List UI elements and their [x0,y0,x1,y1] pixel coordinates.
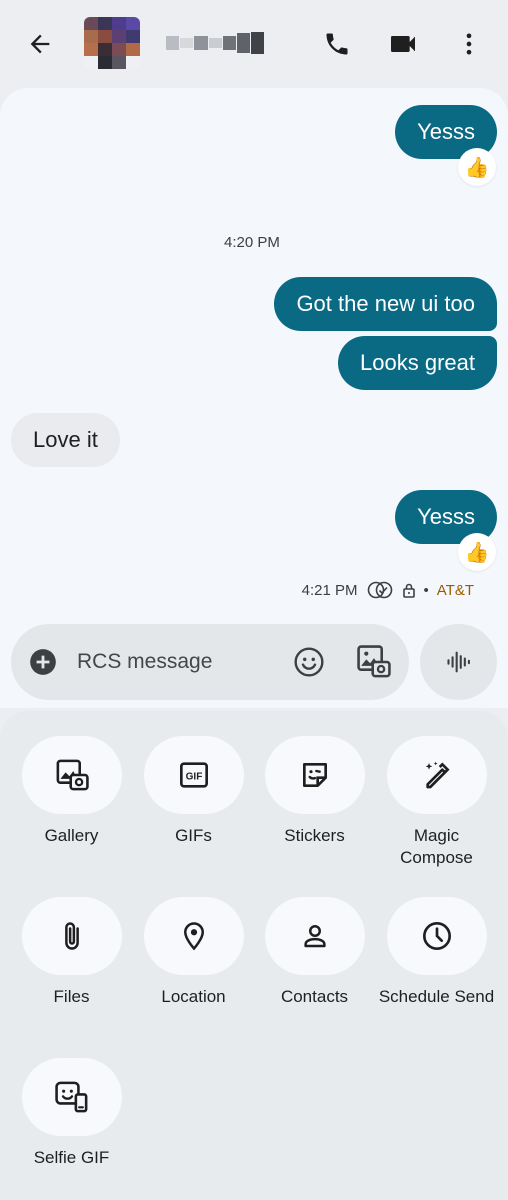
message-text: Love it [33,427,98,452]
carrier-label: AT&T [436,581,474,599]
attach-gifs[interactable]: GIF GIFs [133,736,254,847]
messages-app: Yesss 👍 4:20 PM Got the new ui too Looks… [0,0,508,1200]
tile-label: Stickers [284,826,345,845]
more-vertical-icon [466,33,472,55]
message-thread: Yesss 👍 4:20 PM Got the new ui too Looks… [0,88,508,708]
location-button[interactable] [143,897,244,975]
message-bubble-outgoing[interactable]: Got the new ui too [274,277,497,331]
tile-label: Files [53,987,90,1006]
tile-label: Magic Compose [400,826,473,867]
attach-location[interactable]: Location [133,897,254,1008]
thumbs-up-icon: 👍 [464,156,490,179]
attach-stickers[interactable]: Stickers [254,736,375,847]
time-divider-text: 4:20 PM [224,234,280,251]
emoji-icon[interactable] [293,646,325,678]
selfie-gif-button[interactable] [21,1058,122,1136]
gif-icon: GIF [179,762,208,788]
contact-name[interactable] [152,29,264,57]
message-text: Yesss [417,119,475,144]
time-divider: 4:20 PM [224,234,280,251]
sticker-icon [302,763,327,787]
status-separator: • [423,581,429,599]
message-status: 4:21 PM • AT&T [302,580,474,600]
attach-gallery[interactable]: Gallery [11,736,132,847]
attach-magic-compose[interactable]: Magic Compose [376,736,497,869]
magic-pen-icon [425,761,450,789]
status-time: 4:21 PM [301,581,358,599]
video-call-button[interactable] [379,20,427,68]
attachment-panel: Gallery GIF GIFs Stickers Magic Compose … [0,711,508,1200]
message-text: Got the new ui too [296,291,475,316]
more-options-button[interactable] [445,20,493,68]
attach-selfie-gif[interactable]: Selfie GIF [11,1058,132,1169]
schedule-send-button[interactable] [386,897,487,975]
message-text: Looks great [360,350,475,375]
paperclip-icon [64,922,79,950]
message-bubble-outgoing[interactable]: Looks great [338,336,497,390]
reaction-badge[interactable]: 👍 [458,148,496,186]
reaction-badge[interactable]: 👍 [458,533,496,571]
person-icon [303,924,326,948]
selfie-gif-icon [54,1081,87,1113]
voice-waveform-icon [446,651,470,673]
gallery-button[interactable] [21,736,122,814]
attach-schedule-send[interactable]: Schedule Send [376,897,497,1008]
lock-icon [402,583,415,598]
location-pin-icon [183,922,204,951]
compose-bar [11,624,409,700]
tile-label: Gallery [44,826,99,845]
arrow-left-icon [30,34,50,54]
tile-label: Selfie GIF [33,1148,110,1167]
tile-label: Schedule Send [378,987,495,1006]
magic-compose-button[interactable] [386,736,487,814]
image-camera-icon[interactable] [356,644,392,680]
gallery-icon [56,759,89,791]
message-text: Yesss [417,504,475,529]
message-bubble-incoming[interactable]: Love it [11,413,120,467]
tile-label: GIFs [175,826,212,845]
voice-message-button[interactable] [420,624,497,700]
phone-icon [326,33,348,55]
back-button[interactable] [16,20,64,68]
call-button[interactable] [313,20,361,68]
video-camera-icon [391,36,415,52]
plus-circle-icon[interactable] [29,648,57,676]
conversation-header [0,0,508,88]
contact-avatar[interactable] [84,17,140,69]
files-button[interactable] [21,897,122,975]
contacts-button[interactable] [264,897,365,975]
read-receipt-icon [367,581,392,599]
attach-contacts[interactable]: Contacts [254,897,375,1008]
tile-label: Contacts [280,987,349,1006]
thumbs-up-icon: 👍 [464,541,490,564]
tile-label: Location [161,987,226,1006]
attach-files[interactable]: Files [11,897,132,1008]
clock-icon [422,922,451,950]
message-input[interactable] [77,646,277,678]
svg-text:GIF: GIF [185,772,202,783]
gifs-button[interactable]: GIF [143,736,244,814]
stickers-button[interactable] [264,736,365,814]
